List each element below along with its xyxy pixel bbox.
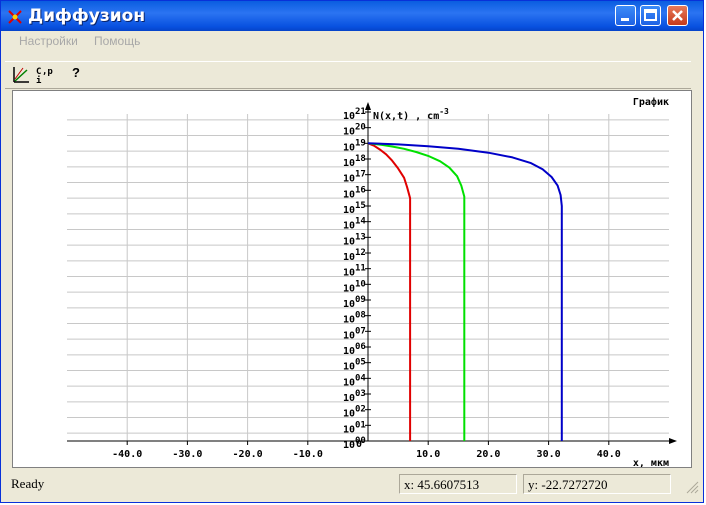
- application-window: Диффузион Настройки Помощь C i ,p ? Граф…: [0, 0, 704, 503]
- x-tick-label: 30.0: [537, 449, 561, 460]
- y-tick-exponent: 03: [355, 389, 366, 399]
- maximize-icon: [644, 9, 657, 21]
- y-tick-label: 10: [343, 409, 355, 420]
- close-button[interactable]: [667, 5, 688, 26]
- y-tick-exponent: 19: [355, 138, 366, 148]
- y-tick-exponent: 06: [355, 342, 366, 352]
- y-tick-label: 10: [343, 346, 355, 357]
- y-tick-exponent: 08: [355, 311, 366, 321]
- y-tick-label: 10: [343, 424, 355, 435]
- chart-title: График: [633, 96, 669, 108]
- app-icon: [8, 10, 22, 24]
- menu-settings[interactable]: Настройки: [19, 34, 78, 48]
- x-tick-label: -30.0: [172, 449, 202, 460]
- x-tick-label: -10.0: [293, 449, 323, 460]
- close-icon: [672, 10, 683, 21]
- x-tick-label: 10.0: [416, 449, 440, 460]
- y-tick-label: 10: [343, 174, 355, 185]
- axes: [67, 102, 677, 444]
- menu-help[interactable]: Помощь: [94, 34, 140, 48]
- y-tick-label: 10: [343, 268, 355, 279]
- ci-p-sup: ,p: [42, 67, 53, 77]
- x-tick-label: 20.0: [476, 449, 500, 460]
- x-tick-label: -40.0: [112, 449, 142, 460]
- y-axis-label-exp: -3: [439, 107, 449, 116]
- graph-area[interactable]: График -40.0 -30.0 -20.0 -10.0 10.0 20.0 30.0 4…: [12, 90, 692, 469]
- y-tick-label: 10: [343, 362, 355, 373]
- status-text: Ready: [11, 476, 45, 491]
- maximize-button[interactable]: [640, 5, 661, 26]
- y-tick-exponent: 18: [355, 154, 366, 164]
- y-tick-label: 10: [343, 236, 355, 247]
- x-axis-arrow: [669, 438, 677, 444]
- y-tick-label: 10: [343, 142, 355, 153]
- y-tick-label: 10: [343, 393, 355, 404]
- y-tick-exponent: 01: [355, 420, 366, 430]
- y-tick-exponent: 10: [355, 279, 366, 289]
- y-tick-exponent: 12: [355, 248, 366, 258]
- y-tick-label: 10: [343, 205, 355, 216]
- x-tick-label: -20.0: [233, 449, 263, 460]
- y-tick-exponent: 02: [355, 405, 366, 415]
- y-tick-label: 10: [343, 283, 355, 294]
- y-tick-label: 10: [343, 440, 355, 451]
- title-bar[interactable]: Диффузион: [1, 1, 703, 31]
- y-axis-label: N(x,t) , cm-3: [373, 107, 449, 122]
- tick-labels: -40.0 -30.0 -20.0 -10.0 10.0 20.0 30.0 40.0 01 0 2…: [112, 107, 621, 460]
- y-tick-label: 10: [343, 377, 355, 388]
- y-tick-label: 10: [343, 189, 355, 200]
- y-tick-label: 10: [343, 252, 355, 263]
- y-tick-label: 10: [343, 158, 355, 169]
- y-tick-label: 10: [343, 330, 355, 341]
- y-tick-exponent: 14: [355, 217, 366, 227]
- y-tick-exponent: 15: [355, 201, 366, 211]
- resize-grip-icon[interactable]: [685, 480, 699, 494]
- y-tick-label: 10: [343, 221, 355, 232]
- window-title: Диффузион: [28, 6, 146, 26]
- y-tick-exponent: 20: [355, 123, 366, 133]
- status-y-coordinate: y: -22.7272720: [523, 474, 671, 494]
- y-tick-exponent: 21: [355, 107, 366, 117]
- x-axis-label: x, мкм: [633, 458, 669, 467]
- y-tick-exponent: 13: [355, 232, 366, 242]
- y-tick-exponent: 00: [355, 436, 366, 446]
- y-tick-label: 10: [343, 315, 355, 326]
- y-tick-label: 10: [343, 127, 355, 138]
- minimize-button[interactable]: [615, 5, 636, 26]
- status-x-coordinate: x: 45.6607513: [399, 474, 517, 494]
- y-tick-label: 10: [343, 111, 355, 122]
- y-tick-exponent: 16: [355, 185, 366, 195]
- y-axis-arrow: [365, 102, 371, 110]
- y-tick-exponent: 11: [355, 264, 366, 274]
- y-tick-exponent: 09: [355, 295, 366, 305]
- axes-icon[interactable]: [11, 65, 31, 85]
- x-tick-label: 40.0: [597, 449, 621, 460]
- y-tick-exponent: 07: [355, 326, 366, 336]
- diffusion-chart: График -40.0 -30.0 -20.0 -10.0 10.0 20.0 30.0 4…: [67, 96, 677, 469]
- y-tick-exponent: 05: [355, 358, 366, 368]
- y-tick-label: 10: [343, 299, 355, 310]
- y-axis-label-prefix: N(x,t) , cm: [373, 111, 439, 122]
- status-bar: Ready x: 45.6607513 y: -22.7272720: [5, 472, 701, 500]
- toolbar: C i ,p ?: [5, 61, 691, 89]
- y-tick-exponent: 17: [355, 170, 366, 180]
- y-tick-exponent: 04: [355, 373, 366, 383]
- menu-bar: Настройки Помощь: [5, 31, 699, 53]
- minimize-icon: [621, 18, 629, 21]
- ci-p-tool[interactable]: C i ,p: [34, 65, 58, 85]
- help-button[interactable]: ?: [72, 65, 80, 85]
